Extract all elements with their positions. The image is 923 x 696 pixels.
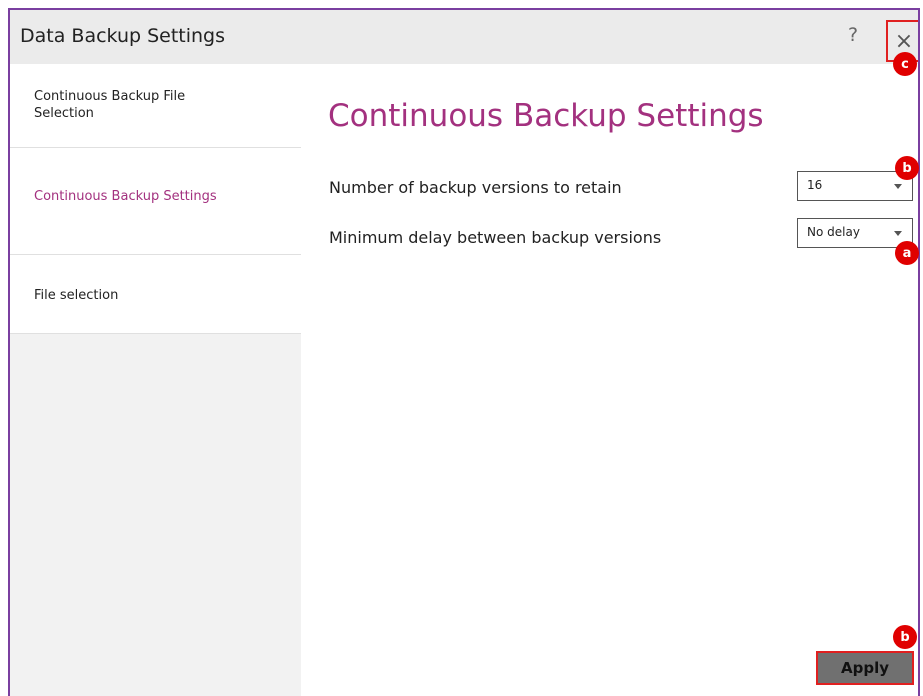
title-bar: Data Backup Settings ? × (10, 10, 918, 64)
annotation-badge-a: a (895, 241, 919, 265)
annotation-badge-c: c (893, 52, 917, 76)
annotation-badge-b: b (895, 156, 919, 180)
sidebar-item-label-line1: Continuous Backup File (34, 89, 186, 104)
page-heading: Continuous Backup Settings (328, 98, 764, 134)
chevron-down-icon (894, 184, 902, 189)
sidebar-item-continuous-backup-file-selection[interactable]: Continuous Backup File Selection (10, 64, 301, 148)
help-icon[interactable]: ? (848, 24, 858, 46)
sidebar-item-continuous-backup-settings[interactable]: Continuous Backup Settings (10, 148, 301, 255)
versions-select[interactable]: 16 (797, 171, 913, 201)
delay-select[interactable]: No delay (797, 218, 913, 248)
close-icon: × (894, 28, 914, 54)
sidebar-item-label-line2: Selection (34, 106, 94, 121)
versions-value: 16 (807, 178, 823, 192)
sidebar: Continuous Backup File Selection Continu… (10, 64, 301, 696)
chevron-down-icon (894, 231, 902, 236)
apply-button[interactable]: Apply (816, 651, 914, 685)
window-title: Data Backup Settings (20, 25, 226, 47)
delay-label: Minimum delay between backup versions (329, 228, 662, 247)
versions-label: Number of backup versions to retain (329, 178, 622, 197)
dialog-window: Data Backup Settings ? × Continuous Back… (8, 8, 920, 696)
delay-value: No delay (807, 225, 860, 239)
sidebar-item-file-selection[interactable]: File selection (10, 255, 301, 334)
annotation-badge-b-apply: b (893, 625, 917, 649)
sidebar-item-label: File selection (34, 288, 119, 303)
sidebar-item-label: Continuous Backup Settings (34, 189, 217, 204)
